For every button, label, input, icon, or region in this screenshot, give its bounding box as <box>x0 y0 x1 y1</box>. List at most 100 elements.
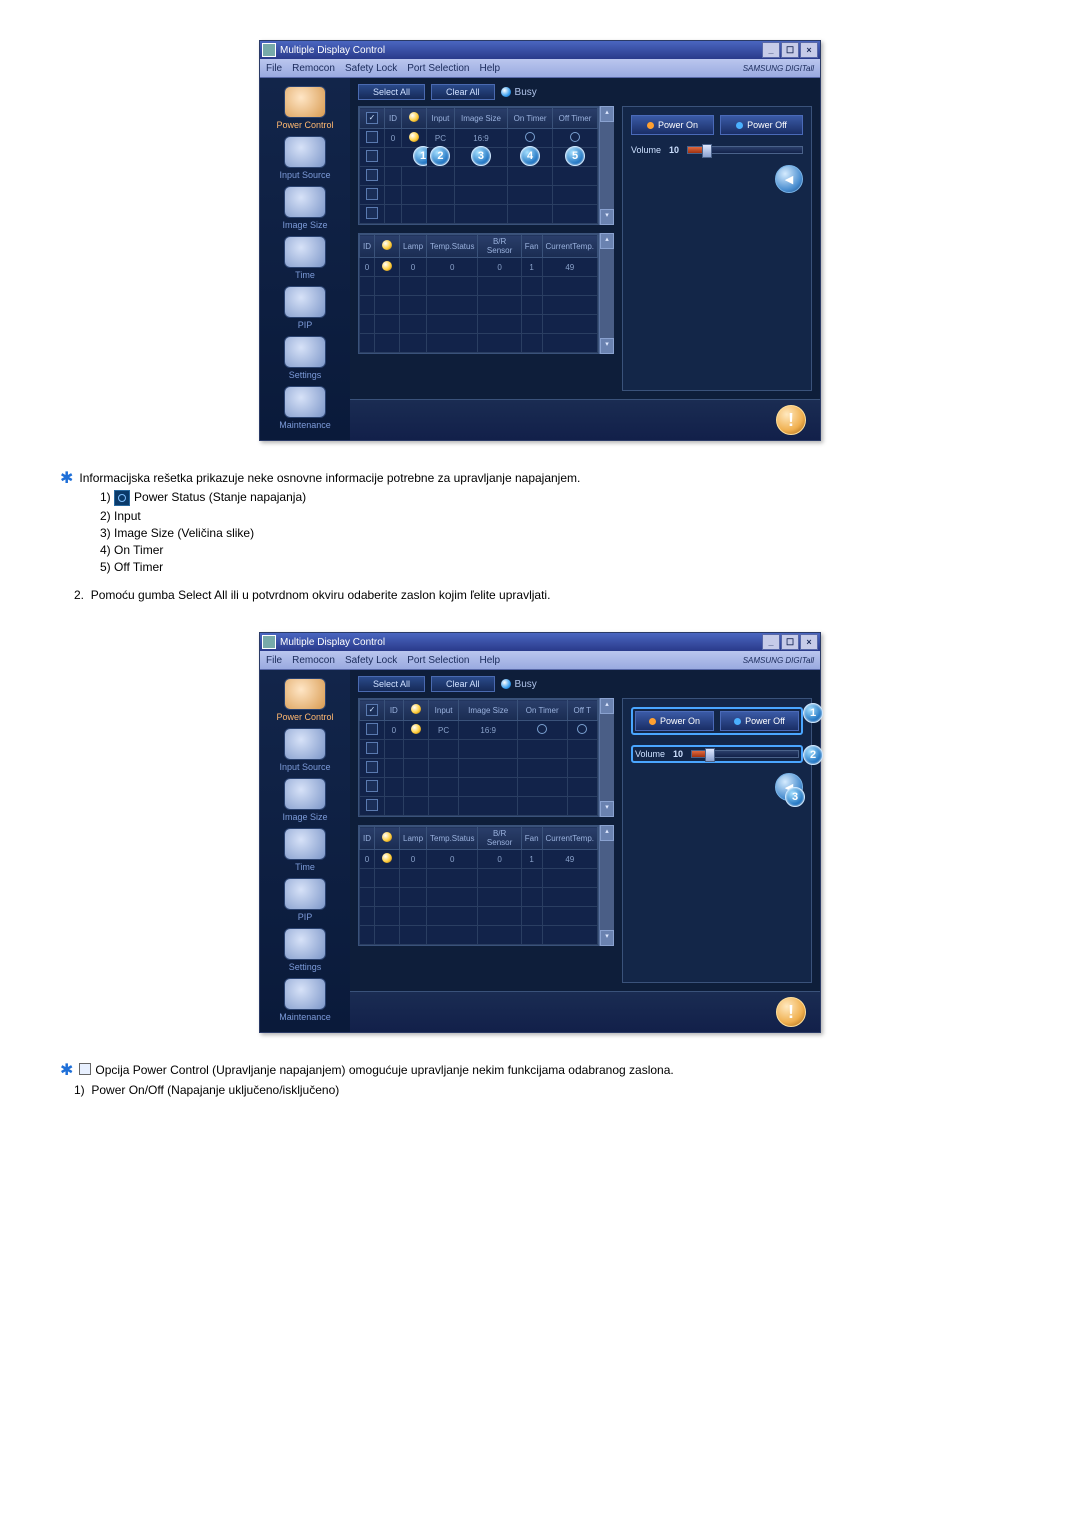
cell-lamp: 0 <box>400 850 427 869</box>
table-row[interactable]: 0 0 0 0 1 49 <box>360 850 598 869</box>
row-checkbox[interactable] <box>366 799 378 811</box>
menu-file[interactable]: File <box>266 63 282 74</box>
table-row[interactable] <box>360 759 598 778</box>
note-text: Opcija Power Control (Upravljanje napaja… <box>95 1063 673 1077</box>
sidebar-item-pip[interactable]: PIP <box>266 876 344 922</box>
sidebar-item-time[interactable]: Time <box>266 826 344 872</box>
volume-slider[interactable] <box>691 750 799 758</box>
sidebar-item-settings[interactable]: Settings <box>266 334 344 380</box>
menu-remocon[interactable]: Remocon <box>292 655 335 666</box>
menu-help[interactable]: Help <box>479 63 500 74</box>
volume-slider[interactable] <box>687 146 803 154</box>
busy-label: Busy <box>515 87 537 98</box>
menu-port-selection[interactable]: Port Selection <box>407 655 469 666</box>
sidebar-item-input-source[interactable]: Input Source <box>266 726 344 772</box>
maximize-button[interactable]: ☐ <box>781 42 799 58</box>
sidebar-item-label: Time <box>266 270 344 280</box>
power-off-button[interactable]: Power Off <box>720 711 799 731</box>
table-row[interactable] <box>360 334 598 353</box>
sidebar-item-maintenance[interactable]: Maintenance <box>266 384 344 430</box>
sidebar-item-image-size[interactable]: Image Size <box>266 776 344 822</box>
warning-icon[interactable]: ! <box>776 997 806 1027</box>
close-button[interactable]: × <box>800 42 818 58</box>
table-row[interactable] <box>360 315 598 334</box>
list-item: 1) Power Status (Stanje napajanja) <box>100 490 1020 506</box>
row-checkbox[interactable] <box>366 723 378 735</box>
menu-help[interactable]: Help <box>479 655 500 666</box>
sidebar-item-image-size[interactable]: Image Size <box>266 184 344 230</box>
sidebar-item-settings[interactable]: Settings <box>266 926 344 972</box>
menu-port-selection[interactable]: Port Selection <box>407 63 469 74</box>
cell-id: 0 <box>385 129 402 148</box>
cell-temp-status: 0 <box>427 850 478 869</box>
power-status-icon <box>382 261 392 271</box>
table-row[interactable] <box>360 926 598 945</box>
table-row[interactable]: 0 PC 16:9 <box>360 721 598 740</box>
menu-safety-lock[interactable]: Safety Lock <box>345 655 397 666</box>
table-row[interactable]: 0 PC 16:9 <box>360 129 598 148</box>
power-on-button[interactable]: Power On <box>635 711 714 731</box>
sidebar-item-pip[interactable]: PIP <box>266 284 344 330</box>
warning-icon[interactable]: ! <box>776 405 806 435</box>
col-br-sensor: B/R Sensor <box>478 827 521 850</box>
table-row[interactable] <box>360 740 598 759</box>
row-checkbox[interactable] <box>366 207 378 219</box>
table-row[interactable]: 1 2 3 4 5 <box>360 148 598 167</box>
row-checkbox[interactable] <box>366 169 378 181</box>
row-checkbox[interactable] <box>366 761 378 773</box>
table-row[interactable] <box>360 186 598 205</box>
clear-all-button[interactable]: Clear All <box>431 676 495 692</box>
cell-input: PC <box>426 129 454 148</box>
sidebar-item-input-source[interactable]: Input Source <box>266 134 344 180</box>
table-row[interactable]: 0 0 0 0 1 49 <box>360 258 598 277</box>
scrollbar[interactable]: ▴▾ <box>599 825 614 946</box>
menu-file[interactable]: File <box>266 655 282 666</box>
row-checkbox[interactable] <box>366 780 378 792</box>
menu-remocon[interactable]: Remocon <box>292 63 335 74</box>
sidebar-item-power-control[interactable]: Power Control <box>266 84 344 130</box>
control-panel: Power On Power Off Volume 10 ◀ <box>622 106 812 391</box>
select-all-checkbox[interactable] <box>366 112 378 124</box>
table-row[interactable] <box>360 205 598 224</box>
select-all-button[interactable]: Select All <box>358 676 425 692</box>
select-all-checkbox[interactable] <box>366 704 378 716</box>
table-row[interactable] <box>360 778 598 797</box>
sidebar-item-label: Settings <box>266 962 344 972</box>
power-status-icon <box>382 853 392 863</box>
minimize-button[interactable]: _ <box>762 634 780 650</box>
row-checkbox[interactable] <box>366 742 378 754</box>
close-button[interactable]: × <box>800 634 818 650</box>
clear-all-button[interactable]: Clear All <box>431 84 495 100</box>
row-checkbox[interactable] <box>366 188 378 200</box>
scrollbar[interactable]: ▴▾ <box>599 698 614 817</box>
table-row[interactable] <box>360 869 598 888</box>
sidebar-item-power-control[interactable]: Power Control <box>266 676 344 722</box>
status-grid: ID Lamp Temp.Status B/R Sensor Fan Curre… <box>358 233 599 354</box>
window-title: Multiple Display Control <box>280 45 385 56</box>
select-all-button[interactable]: Select All <box>358 84 425 100</box>
busy-icon <box>501 679 511 689</box>
menu-safety-lock[interactable]: Safety Lock <box>345 63 397 74</box>
sidebar-item-label: Maintenance <box>266 420 344 430</box>
col-on-timer: On Timer <box>517 700 567 721</box>
scrollbar[interactable]: ▴▾ <box>599 106 614 225</box>
table-row[interactable] <box>360 888 598 907</box>
power-on-button[interactable]: Power On <box>631 115 714 135</box>
sidebar-item-label: Settings <box>266 370 344 380</box>
table-row[interactable] <box>360 296 598 315</box>
mute-button[interactable]: ◀ <box>775 165 803 193</box>
col-on-timer: On Timer <box>508 108 553 129</box>
sidebar-item-time[interactable]: Time <box>266 234 344 280</box>
power-off-button[interactable]: Power Off <box>720 115 803 135</box>
row-checkbox[interactable] <box>366 150 378 162</box>
maximize-button[interactable]: ☐ <box>781 634 799 650</box>
scrollbar[interactable]: ▴▾ <box>599 233 614 354</box>
table-row[interactable] <box>360 277 598 296</box>
table-row[interactable] <box>360 907 598 926</box>
table-row[interactable] <box>360 167 598 186</box>
col-temp-status: Temp.Status <box>427 827 478 850</box>
minimize-button[interactable]: _ <box>762 42 780 58</box>
row-checkbox[interactable] <box>366 131 378 143</box>
sidebar-item-maintenance[interactable]: Maintenance <box>266 976 344 1022</box>
table-row[interactable] <box>360 797 598 816</box>
